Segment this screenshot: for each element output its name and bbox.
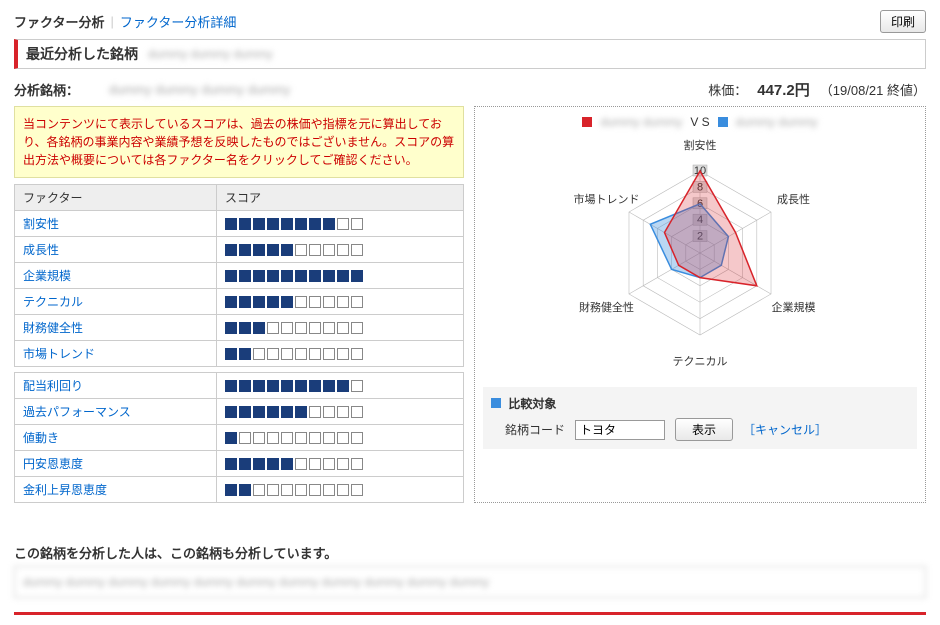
recent-title: 最近分析した銘柄 xyxy=(26,44,138,64)
print-button[interactable]: 印刷 xyxy=(880,10,926,33)
score-bar xyxy=(225,348,455,360)
left-column: 当コンテンツにて表示しているスコアは、過去の株価や指標を元に算出しており、各銘柄… xyxy=(14,106,464,503)
factor-link[interactable]: 配当利回り xyxy=(23,379,83,393)
svg-text:成長性: 成長性 xyxy=(777,192,810,206)
recent-items[interactable]: dummy dummy dummy xyxy=(148,47,273,61)
table-row: 過去パフォーマンス xyxy=(15,399,464,425)
factor-link[interactable]: 過去パフォーマンス xyxy=(23,405,131,419)
legend-vs: V S xyxy=(690,115,709,129)
legend-a-label: dummy dummy xyxy=(600,115,682,129)
svg-text:企業規模: 企業規模 xyxy=(772,300,816,314)
svg-text:市場トレンド: 市場トレンド xyxy=(573,192,639,206)
tab-factor-analysis[interactable]: ファクター分析 xyxy=(14,12,104,31)
table-row: 企業規模 xyxy=(15,263,464,289)
legend-red-icon xyxy=(582,117,592,127)
table-row: 配当利回り xyxy=(15,373,464,399)
tab-factor-detail[interactable]: ファクター分析詳細 xyxy=(120,12,236,31)
table-row: テクニカル xyxy=(15,289,464,315)
recent-analyzed-box: 最近分析した銘柄 dummy dummy dummy xyxy=(14,39,926,69)
score-bar xyxy=(225,218,455,230)
radar-svg: 246810割安性成長性企業規模テクニカル財務健全性市場トレンド xyxy=(510,133,890,373)
table-row: 値動き xyxy=(15,425,464,451)
compare-code-label: 銘柄コード xyxy=(505,421,565,438)
factor-link[interactable]: 企業規模 xyxy=(23,269,71,283)
score-bar xyxy=(225,380,455,392)
price-row: 株価： 447.2円 （19/08/21 終値） xyxy=(708,79,926,100)
score-bar xyxy=(225,296,455,308)
svg-text:割安性: 割安性 xyxy=(684,138,717,152)
col-header-score: スコア xyxy=(217,185,464,211)
tab-separator: | xyxy=(110,14,113,29)
svg-text:財務健全性: 財務健全性 xyxy=(579,300,634,314)
factor-table: ファクター スコア 割安性成長性企業規模テクニカル財務健全性市場トレンド配当利回… xyxy=(14,184,464,503)
col-header-factor: ファクター xyxy=(15,185,217,211)
compare-code-input[interactable] xyxy=(575,420,665,440)
legend-blue-icon xyxy=(718,117,728,127)
svg-text:テクニカル: テクニカル xyxy=(673,355,728,368)
notice-box: 当コンテンツにて表示しているスコアは、過去の株価や指標を元に算出しており、各銘柄… xyxy=(14,106,464,178)
chart-legend: dummy dummy V S dummy dummy xyxy=(483,115,917,129)
factor-link[interactable]: 金利上昇恩恵度 xyxy=(23,483,107,497)
radar-chart: 246810割安性成長性企業規模テクニカル財務健全性市場トレンド xyxy=(483,133,917,373)
price-date: （19/08/21 終値） xyxy=(820,80,926,99)
right-column: dummy dummy V S dummy dummy 246810割安性成長性… xyxy=(474,106,926,503)
factor-link[interactable]: 成長性 xyxy=(23,243,59,257)
analysis-stock-name: dummy dummy dummy dummy xyxy=(109,82,290,97)
table-row: 割安性 xyxy=(15,211,464,237)
score-bar xyxy=(225,484,455,496)
factor-link[interactable]: 値動き xyxy=(23,431,59,445)
score-bar xyxy=(225,406,455,418)
show-button[interactable]: 表示 xyxy=(675,418,733,441)
analysis-label: 分析銘柄： xyxy=(14,80,79,99)
compare-header: 比較対象 xyxy=(508,397,556,411)
also-title: この銘柄を分析した人は、この銘柄も分析しています。 xyxy=(14,543,926,562)
score-bar xyxy=(225,322,455,334)
factor-link[interactable]: 円安恩恵度 xyxy=(23,457,83,471)
also-box[interactable]: dummy dummy dummy dummy dummy dummy dumm… xyxy=(14,566,926,598)
table-row: 金利上昇恩恵度 xyxy=(15,477,464,503)
score-bar xyxy=(225,432,455,444)
factor-link[interactable]: テクニカル xyxy=(23,295,83,309)
analysis-info-row: 分析銘柄： dummy dummy dummy dummy 株価： 447.2円… xyxy=(14,79,926,100)
compare-box: 比較対象 銘柄コード 表示 ［キャンセル］ xyxy=(483,387,917,449)
table-row: 市場トレンド xyxy=(15,341,464,367)
price-value: 447.2円 xyxy=(757,79,810,100)
table-row: 財務健全性 xyxy=(15,315,464,341)
header-row: ファクター分析 | ファクター分析詳細 印刷 xyxy=(14,10,926,33)
table-row: 成長性 xyxy=(15,237,464,263)
factor-link[interactable]: 市場トレンド xyxy=(23,347,95,361)
bottom-accent-bar xyxy=(14,612,926,615)
table-row: 円安恩恵度 xyxy=(15,451,464,477)
cancel-link[interactable]: ［キャンセル］ xyxy=(743,421,827,438)
score-bar xyxy=(225,458,455,470)
legend-b-label: dummy dummy xyxy=(736,115,818,129)
score-bar xyxy=(225,270,455,282)
factor-link[interactable]: 割安性 xyxy=(23,217,59,231)
price-label: 株価： xyxy=(708,80,747,99)
factor-link[interactable]: 財務健全性 xyxy=(23,321,83,335)
score-bar xyxy=(225,244,455,256)
tab-bar: ファクター分析 | ファクター分析詳細 xyxy=(14,12,236,31)
compare-color-icon xyxy=(491,398,501,408)
